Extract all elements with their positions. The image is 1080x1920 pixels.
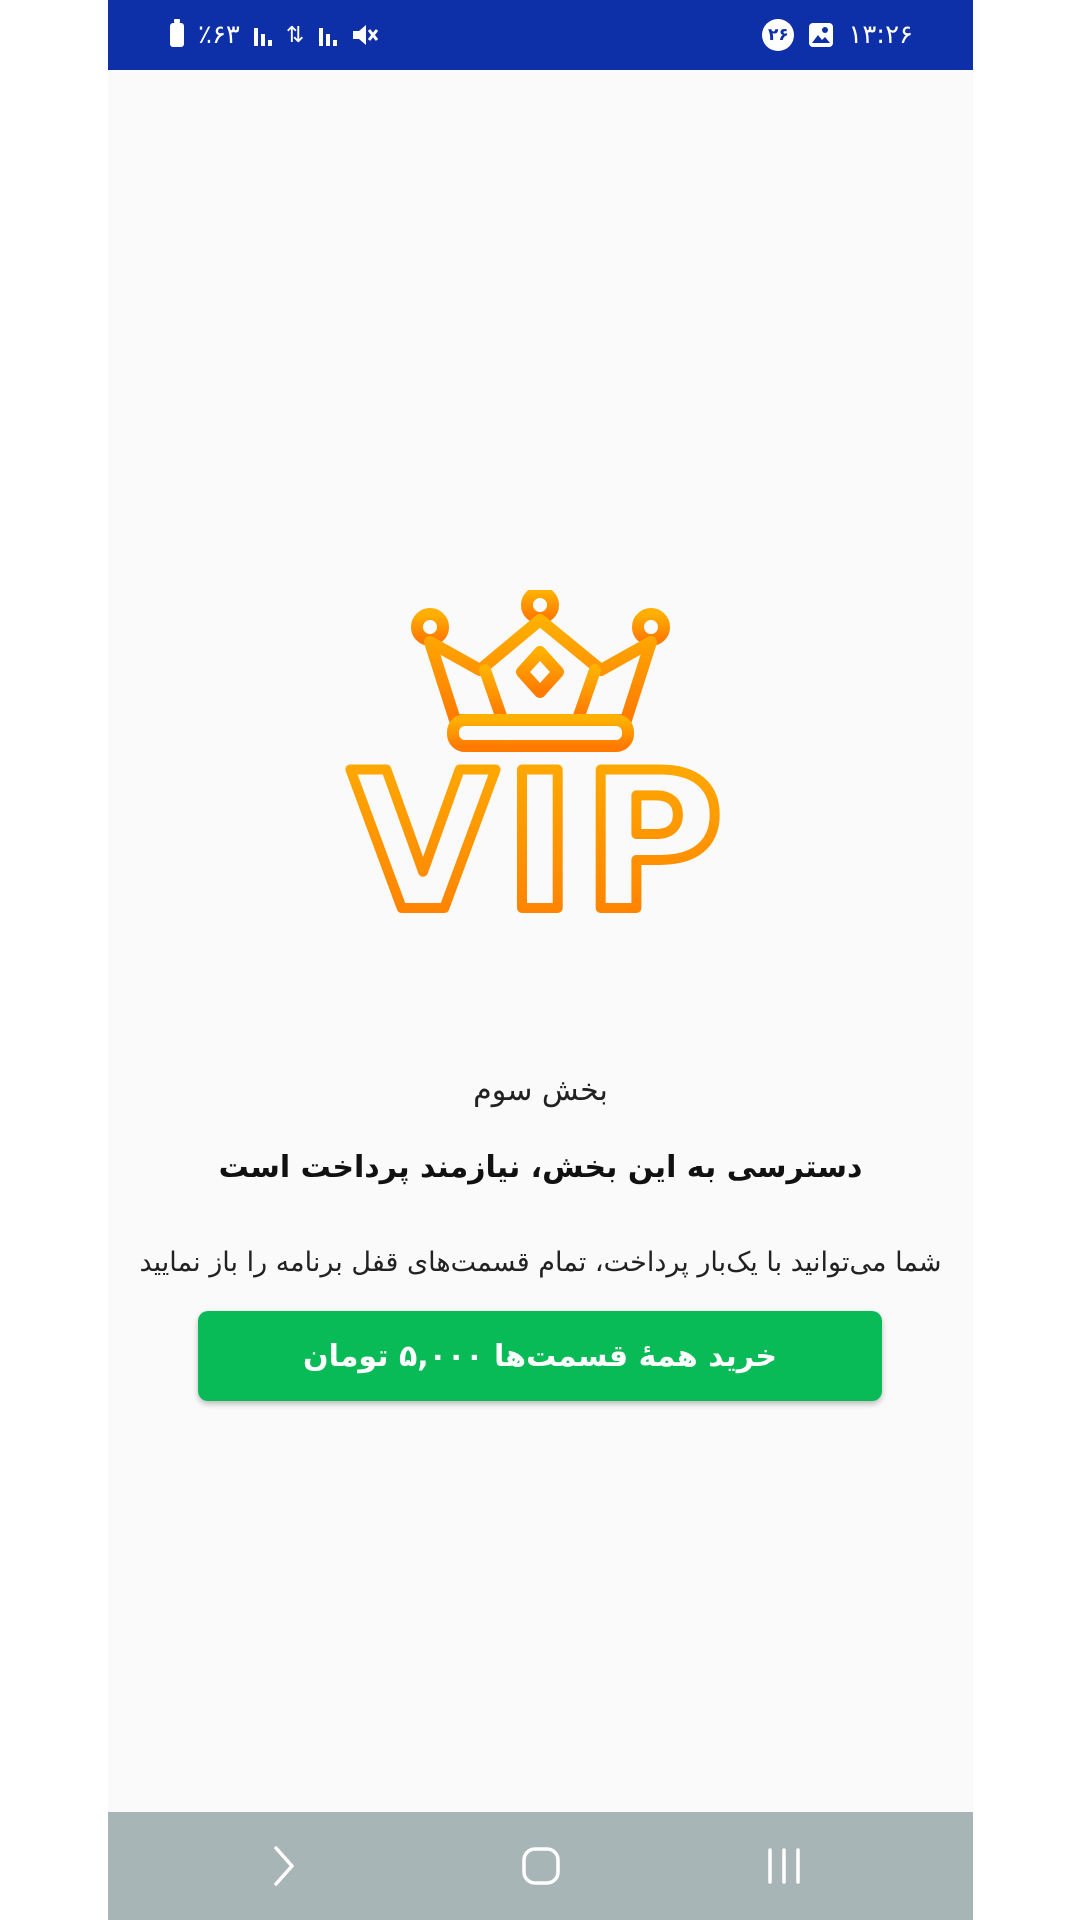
signal-icon (253, 24, 272, 46)
back-icon (274, 1846, 294, 1886)
home-button[interactable] (481, 1812, 601, 1920)
back-button[interactable] (224, 1812, 344, 1920)
phone-screen: ٪۶۳ ⇅ ۲۶ ۱۳:۲۶ VIP بخش سوم دسترسی به این… (108, 0, 973, 1920)
vip-logo-text: VIP (350, 732, 731, 930)
clock: ۱۳:۲۶ (848, 20, 913, 50)
notification-count-badge: ۲۶ (762, 19, 795, 51)
paywall-description: شما می‌توانید با یک‌بار پرداخت، تمام قسم… (139, 1247, 942, 1278)
section-name: بخش سوم (473, 1073, 608, 1108)
navigation-bar (108, 1812, 973, 1920)
recents-button[interactable] (724, 1812, 844, 1920)
content: VIP بخش سوم دسترسی به این بخش، نیازمند پ… (108, 70, 973, 1812)
gallery-icon (808, 22, 834, 48)
status-left: ٪۶۳ ⇅ (170, 0, 379, 70)
status-right: ۲۶ ۱۳:۲۶ (762, 0, 913, 70)
vip-crown-logo: VIP (345, 590, 731, 930)
recents-icon (768, 1848, 800, 1884)
buy-all-parts-button[interactable]: خرید همهٔ قسمت‌ها ۵,۰۰۰ تومان (198, 1311, 882, 1401)
crown-icon (411, 590, 670, 752)
mute-icon (351, 22, 379, 48)
home-icon (522, 1847, 560, 1885)
signal-icon (319, 24, 338, 46)
data-arrows-icon: ⇅ (285, 22, 306, 48)
battery-level: ٪۶۳ (198, 20, 240, 50)
status-bar: ٪۶۳ ⇅ ۲۶ ۱۳:۲۶ (108, 0, 973, 70)
battery-icon (170, 19, 184, 47)
paywall-headline: دسترسی به این بخش، نیازمند پرداخت است (218, 1150, 863, 1185)
